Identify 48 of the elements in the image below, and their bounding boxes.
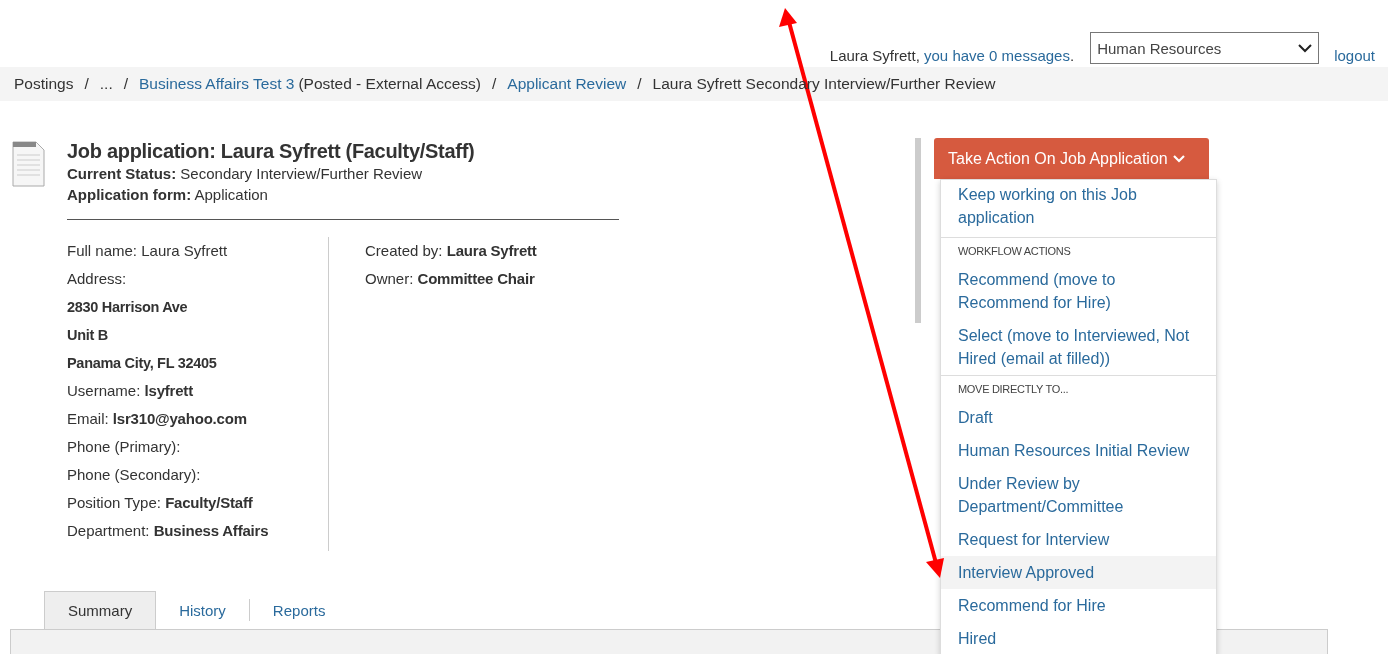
menu-item[interactable]: Recommend for Hire: [941, 589, 1216, 622]
detail-field: Phone (Secondary):: [67, 461, 328, 489]
breadcrumb-link[interactable]: Business Affairs Test 3: [139, 75, 295, 93]
detail-field: Full name: Laura Syfrett: [67, 237, 328, 265]
chevron-down-icon: [1298, 43, 1313, 53]
menu-item[interactable]: Keep working on this Job application: [941, 180, 1216, 237]
detail-field: Position Type: Faculty/Staff: [67, 489, 328, 517]
department-select[interactable]: Human Resources: [1090, 32, 1320, 64]
tab[interactable]: History: [156, 591, 249, 629]
breadcrumb-text: Postings: [14, 75, 74, 93]
tab[interactable]: Summary: [44, 591, 157, 629]
menu-item[interactable]: Under Review by Department/Committee: [941, 467, 1216, 523]
messages-link[interactable]: you have 0 messages: [924, 47, 1070, 64]
menu-section-heading: WORKFLOW ACTIONS: [957, 244, 1072, 259]
logout-link[interactable]: logout: [1334, 47, 1375, 64]
detail-field: Phone (Primary):: [67, 433, 328, 461]
address-line: 2830 Harrison Ave: [67, 298, 189, 317]
breadcrumb-separator: /: [637, 75, 642, 93]
page-title: Job application: Laura Syfrett (Faculty/Staff): [67, 139, 475, 163]
detail-field: Created by: Laura Syfrett: [365, 237, 537, 265]
menu-item[interactable]: Draft: [941, 401, 1216, 434]
menu-item[interactable]: Request for Interview: [941, 523, 1216, 556]
address-line: Panama City, FL 32405: [67, 354, 218, 373]
menu-item[interactable]: Select (move to Interviewed, Not Hired (email at filled)): [941, 319, 1216, 375]
menu-section-heading: MOVE DIRECTLY TO...: [957, 382, 1070, 397]
breadcrumb-separator: /: [492, 75, 497, 93]
menu-item[interactable]: Human Resources Initial Review: [941, 434, 1216, 467]
address-line: Unit B: [67, 326, 109, 345]
detail-field: Email: lsr310@yahoo.com: [67, 405, 328, 433]
breadcrumb-link[interactable]: Applicant Review: [507, 75, 627, 93]
take-action-button[interactable]: Take Action On Job Application: [934, 138, 1209, 179]
detail-field: Username: lsyfrett: [67, 377, 328, 405]
document-icon: [12, 141, 45, 187]
chevron-down-icon: [1172, 154, 1185, 163]
menu-item[interactable]: Recommend (move to Recommend for Hire): [941, 263, 1216, 319]
breadcrumb-separator: /: [123, 75, 128, 93]
breadcrumb-text: ...: [99, 75, 113, 93]
menu-item[interactable]: Interview Approved: [941, 556, 1216, 589]
detail-field: Owner: Committee Chair: [365, 265, 537, 293]
detail-field: Department: Business Affairs: [67, 517, 328, 545]
breadcrumb-text: (Posted - External Access): [298, 75, 481, 93]
form-text: Application form: Application: [67, 185, 269, 205]
status-text: Current Status: Secondary Interview/Further Review: [67, 164, 424, 184]
detail-field: Address:: [67, 265, 328, 293]
breadcrumb-separator: /: [84, 75, 89, 93]
menu-item[interactable]: Hired: [941, 622, 1216, 654]
greeting-text: Laura Syfrett, you have 0 messages.: [829, 47, 1075, 64]
tab[interactable]: Reports: [248, 599, 349, 621]
